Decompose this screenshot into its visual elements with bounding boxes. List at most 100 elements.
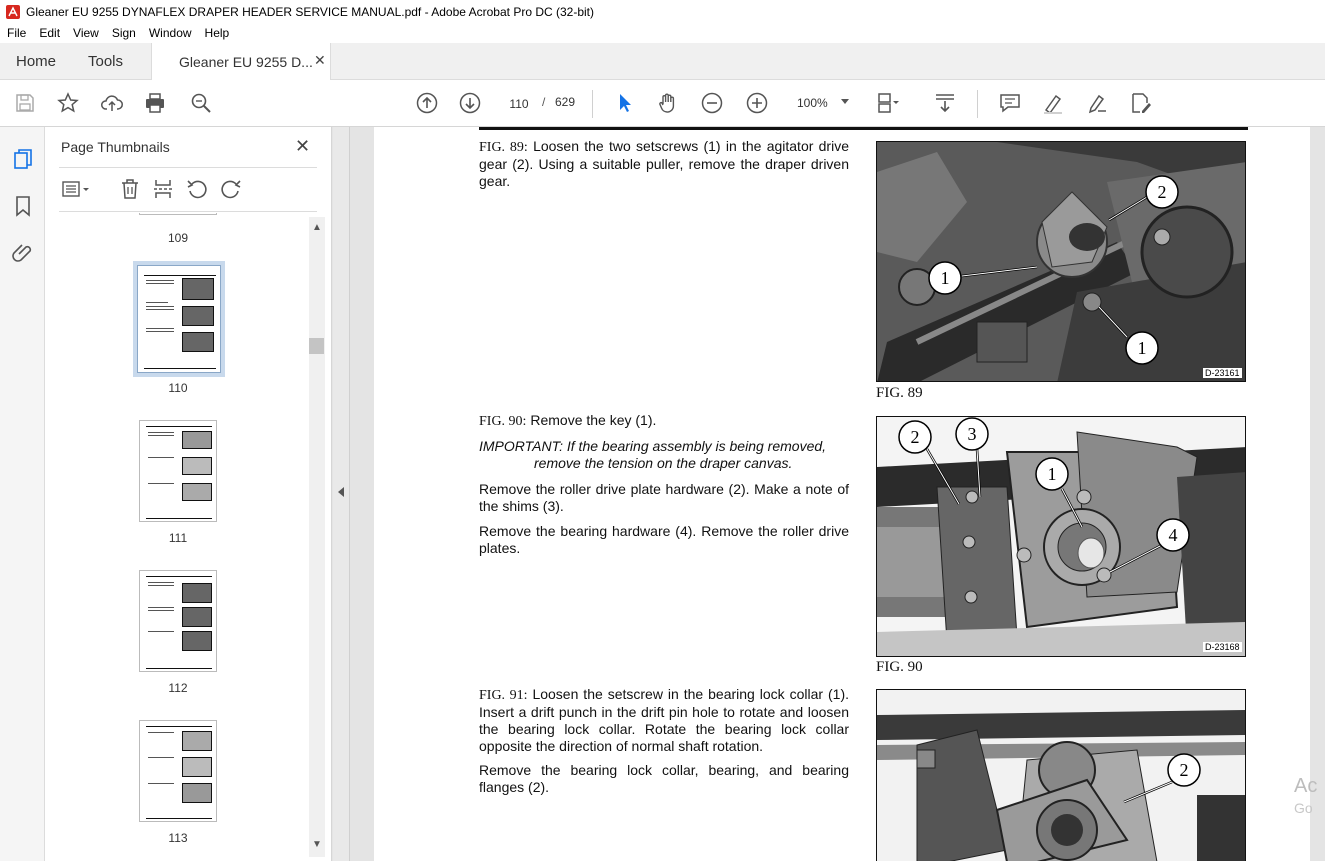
- page-number-input[interactable]: 110: [500, 92, 538, 114]
- thumbnail-page-label: 111: [168, 531, 188, 545]
- thumbnail-page-label: 113: [168, 831, 188, 845]
- fig91-paragraph-2: Remove the bearing lock collar, bearing,…: [479, 762, 849, 795]
- fig90-callout-1: 1: [1048, 464, 1057, 484]
- rotate-counterclockwise-icon[interactable]: [185, 177, 209, 201]
- attachments-paperclip-icon[interactable]: [11, 240, 35, 264]
- thumbnail-page[interactable]: [139, 213, 217, 215]
- edit-pdf-icon[interactable]: [1129, 91, 1153, 115]
- menu-bar: File Edit View Sign Window Help: [0, 23, 1325, 43]
- fig90-callout-4: 4: [1169, 525, 1178, 545]
- fig89-callout-2: 2: [1158, 182, 1167, 202]
- thumbnail-page-label: 112: [168, 681, 188, 695]
- print-icon[interactable]: [143, 91, 167, 115]
- fig90-text: Remove the key (1).: [526, 412, 657, 428]
- fig90-paragraph: FIG. 90: Remove the key (1).: [479, 412, 849, 430]
- zoom-in-icon[interactable]: [745, 91, 769, 115]
- panel-divider: [59, 167, 317, 168]
- navigation-rail: [0, 127, 45, 861]
- page-thumbnails-icon[interactable]: [11, 147, 35, 171]
- toolbar-divider: [977, 90, 978, 118]
- thumbnail-scrollbar-thumb[interactable]: [309, 338, 324, 354]
- fig89-callout-1b: 1: [1138, 338, 1147, 358]
- thumbnail-page-selected[interactable]: [133, 261, 225, 377]
- previous-page-icon[interactable]: [415, 91, 439, 115]
- highlight-pen-icon[interactable]: [1041, 91, 1065, 115]
- page-thumbnails-panel: Page Thumbnails ✕ 109 110 111 112 113 ▲ …: [45, 127, 332, 861]
- thumbnail-page[interactable]: [139, 570, 217, 672]
- activation-watermark: Ac: [1294, 775, 1318, 797]
- window-title: Gleaner EU 9255 DYNAFLEX DRAPER HEADER S…: [26, 4, 595, 19]
- delete-trash-icon[interactable]: [118, 177, 142, 201]
- menu-sign[interactable]: Sign: [105, 26, 142, 40]
- fig90-label: FIG. 90:: [479, 414, 527, 429]
- thumbnail-page-label: 109: [167, 231, 189, 245]
- fig90-important-line2: remove the tension on the draper canvas.: [534, 455, 793, 471]
- menu-window[interactable]: Window: [142, 26, 198, 40]
- activation-watermark-sub: Go: [1294, 800, 1313, 816]
- panel-divider: [59, 211, 317, 212]
- fig91-callout-2: 2: [1180, 760, 1189, 780]
- collapse-panel-chevron-icon[interactable]: [338, 487, 344, 497]
- comment-icon[interactable]: [998, 91, 1022, 115]
- fig89-text: Loosen the two setscrews (1) in the agit…: [479, 138, 849, 189]
- page-header-rule: [479, 127, 1248, 130]
- upload-cloud-icon[interactable]: [100, 91, 124, 115]
- fig89-paragraph: FIG. 89: Loosen the two setscrews (1) in…: [479, 138, 849, 190]
- fig89-callout-1: 1: [941, 268, 950, 288]
- tab-document-label: Gleaner EU 9255 D...: [179, 54, 313, 70]
- scroll-down-chevron-icon[interactable]: ▼: [312, 839, 322, 850]
- page-total: 629: [555, 95, 576, 109]
- menu-edit[interactable]: Edit: [32, 26, 66, 40]
- thumbnail-scrollbar[interactable]: [309, 217, 325, 857]
- fig90-caption: FIG. 90: [876, 659, 923, 675]
- tab-close-icon[interactable]: ✕: [314, 52, 326, 69]
- main-toolbar: 110 / 629 100%: [0, 80, 1325, 127]
- menu-file[interactable]: File: [0, 26, 32, 40]
- bookmark-star-icon[interactable]: [56, 91, 80, 115]
- options-menu-icon[interactable]: [59, 177, 89, 201]
- fig90-callout-3: 3: [968, 424, 977, 444]
- zoom-out-icon[interactable]: [700, 91, 724, 115]
- thumbnail-page[interactable]: [139, 720, 217, 822]
- thumbnail-page[interactable]: [139, 420, 217, 522]
- page-display-icon[interactable]: [876, 91, 900, 115]
- fig91-image: 2: [876, 689, 1246, 861]
- fig90-paragraph-3: Remove the bearing hardware (4). Remove …: [479, 523, 849, 556]
- fig90-image-id: D-23168: [1203, 642, 1242, 652]
- hand-tool-icon[interactable]: [656, 91, 680, 115]
- panel-title: Page Thumbnails: [61, 139, 170, 155]
- bookmarks-icon[interactable]: [11, 194, 35, 218]
- menu-view[interactable]: View: [66, 26, 105, 40]
- tab-home[interactable]: Home: [16, 53, 56, 70]
- fig90-callout-2: 2: [911, 427, 920, 447]
- menu-help[interactable]: Help: [198, 26, 236, 40]
- scroll-up-chevron-icon[interactable]: ▲: [312, 222, 322, 233]
- thumbnail-toolbar: [59, 177, 317, 203]
- fig91-paragraph: FIG. 91: Loosen the setscrew in the bear…: [479, 686, 849, 755]
- zoom-search-icon[interactable]: [189, 91, 213, 115]
- page-separator: /: [542, 95, 546, 109]
- zoom-dropdown-chevron-icon[interactable]: [841, 99, 849, 104]
- acrobat-logo-icon: [6, 4, 20, 19]
- panel-close-icon[interactable]: ✕: [295, 136, 310, 157]
- tab-document[interactable]: Gleaner EU 9255 D... ✕: [151, 43, 331, 81]
- title-bar: Gleaner EU 9255 DYNAFLEX DRAPER HEADER S…: [0, 0, 1325, 23]
- draw-sign-icon[interactable]: [1085, 91, 1109, 115]
- fig90-paragraph-2: Remove the roller drive plate hardware (…: [479, 481, 849, 514]
- save-icon[interactable]: [13, 91, 37, 115]
- tab-bar: Home Tools Gleaner EU 9255 D... ✕: [0, 43, 1325, 81]
- rotate-clockwise-icon[interactable]: [219, 177, 243, 201]
- fig90-image: 1 2 3 4 D-23168: [876, 416, 1246, 657]
- fig90-important-line1: IMPORTANT: If the bearing assembly is be…: [479, 438, 827, 454]
- fig89-caption: FIG. 89: [876, 385, 923, 401]
- thumbnail-page-label: 110: [168, 381, 188, 395]
- extract-pages-icon[interactable]: [151, 177, 175, 201]
- tab-tools[interactable]: Tools: [88, 53, 123, 70]
- scroll-mode-icon[interactable]: [933, 91, 957, 115]
- next-page-icon[interactable]: [458, 91, 482, 115]
- thumbnail-list: 109 110 111 112 113: [45, 213, 310, 861]
- select-cursor-icon[interactable]: [613, 91, 637, 115]
- fig89-image-id: D-23161: [1203, 368, 1242, 378]
- fig89-image: 1 2 1 D-23161: [876, 141, 1246, 382]
- fig89-label: FIG. 89:: [479, 140, 528, 155]
